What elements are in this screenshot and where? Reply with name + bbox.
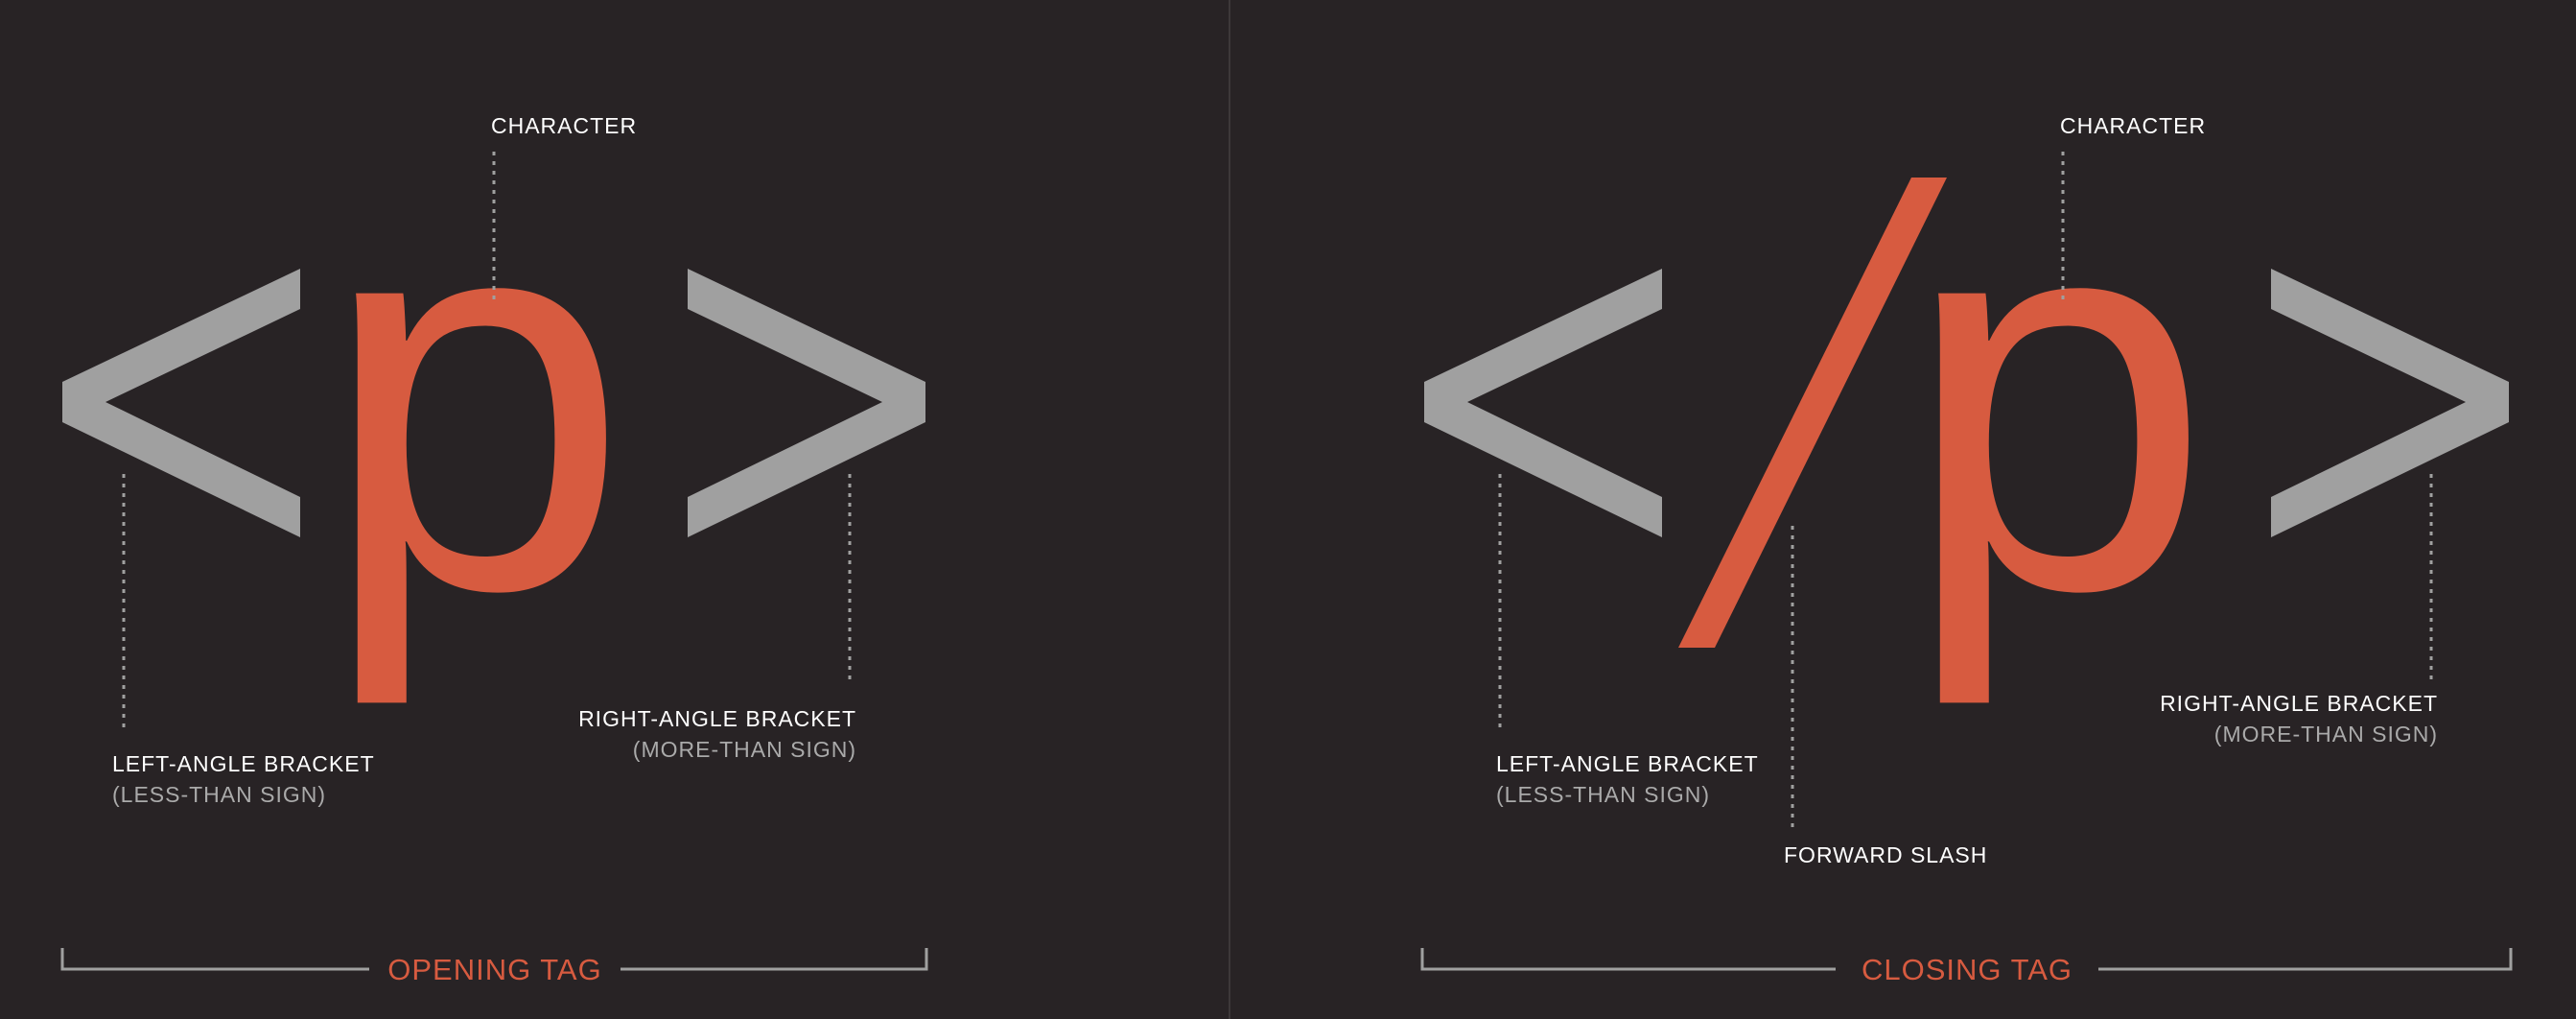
character-glyph: p [320,83,630,709]
right-bracket-sublabel: (MORE-THAN SIGN) [633,737,856,762]
tag-anatomy-diagram: p CHARACTER LEFT-ANGLE BRACKET (LESS-THA… [0,0,2576,1019]
opening-tag-label: OPENING TAG [387,953,601,986]
left-bracket-label: LEFT-ANGLE BRACKET [112,751,375,776]
left-bracket-sublabel: (LESS-THAN SIGN) [1496,782,1710,807]
left-bracket-sublabel: (LESS-THAN SIGN) [112,782,326,807]
character-label: CHARACTER [491,113,637,138]
slash-label: FORWARD SLASH [1784,842,1987,867]
right-bracket-sublabel: (MORE-THAN SIGN) [2214,722,2438,746]
right-bracket-label: RIGHT-ANGLE BRACKET [578,706,856,731]
closing-tag-label: CLOSING TAG [1862,953,2073,986]
right-bracket-label: RIGHT-ANGLE BRACKET [2160,691,2438,716]
character-label: CHARACTER [2060,113,2206,138]
left-bracket-label: LEFT-ANGLE BRACKET [1496,751,1759,776]
character-glyph: p [1903,83,2213,709]
